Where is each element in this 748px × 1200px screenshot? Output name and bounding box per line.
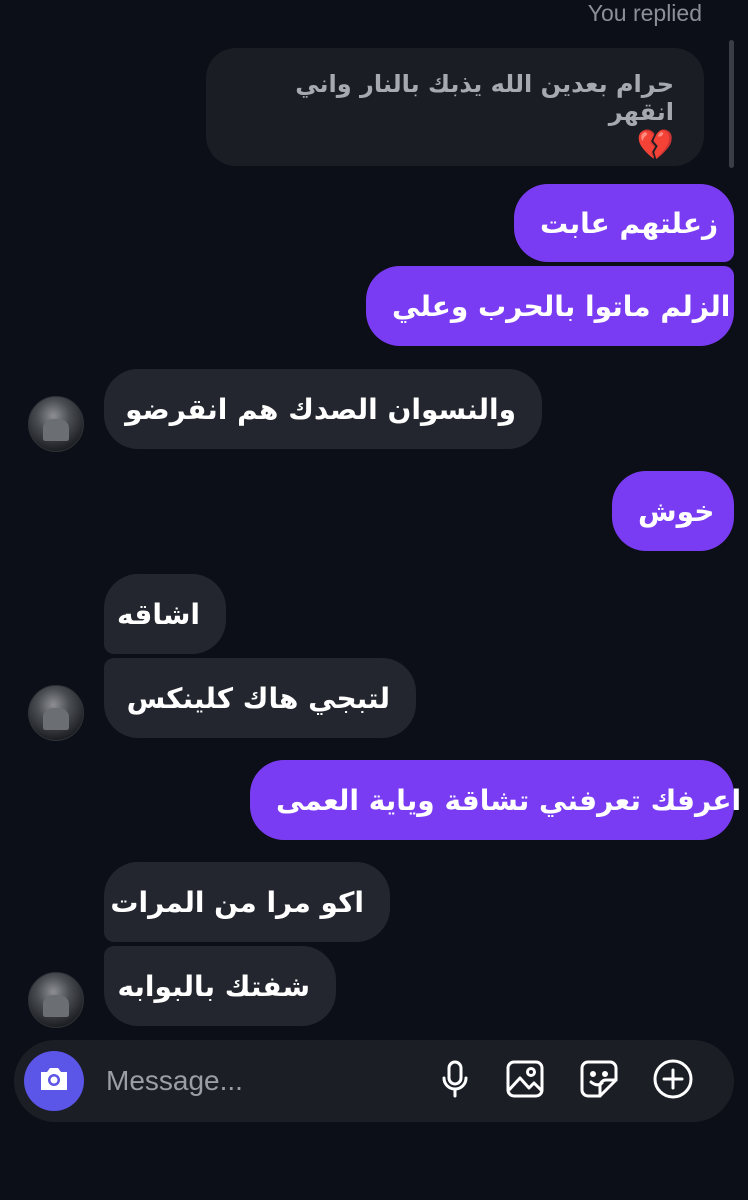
quoted-message-text: حرام بعدين الله يذبك بالنار واني انقهر (295, 70, 674, 126)
sent-message[interactable]: اعرفك تعرفني تشاقة وياية العمى (250, 760, 741, 840)
sticker-button[interactable] (578, 1060, 620, 1102)
add-button[interactable] (652, 1058, 694, 1104)
composer-bar (14, 1040, 734, 1122)
camera-button[interactable] (24, 1051, 84, 1111)
quoted-message[interactable]: حرام بعدين الله يذبك بالنار واني انقهر 💔 (206, 48, 704, 166)
avatar[interactable] (28, 396, 84, 452)
avatar[interactable] (28, 685, 84, 741)
camera-icon (38, 1065, 70, 1097)
message-input[interactable] (106, 1062, 406, 1100)
sent-message[interactable]: خوش (612, 471, 734, 551)
received-message[interactable]: اشاقه (104, 574, 226, 654)
plus-circle-icon (652, 1058, 694, 1104)
microphone-button[interactable] (434, 1060, 476, 1102)
received-message[interactable]: شفتك بالبوابه (104, 946, 336, 1026)
gallery-icon (505, 1059, 545, 1103)
received-message[interactable]: والنسوان الصدك هم انقرضو (104, 369, 542, 449)
avatar[interactable] (28, 972, 84, 1028)
sent-message[interactable]: الزلم ماتوا بالحرب وعلي (366, 266, 734, 346)
received-message[interactable]: لتبجي هاك كلينكس (104, 658, 416, 738)
gallery-button[interactable] (504, 1060, 546, 1102)
replied-label: You replied (587, 0, 702, 26)
microphone-icon (438, 1059, 472, 1103)
received-message[interactable]: اكو مرا من المرات (104, 862, 390, 942)
sent-message[interactable]: زعلتهم عابت (514, 184, 734, 262)
sticker-icon (579, 1059, 619, 1103)
scrollbar[interactable] (729, 40, 734, 168)
broken-heart-emoji: 💔 (636, 128, 674, 163)
